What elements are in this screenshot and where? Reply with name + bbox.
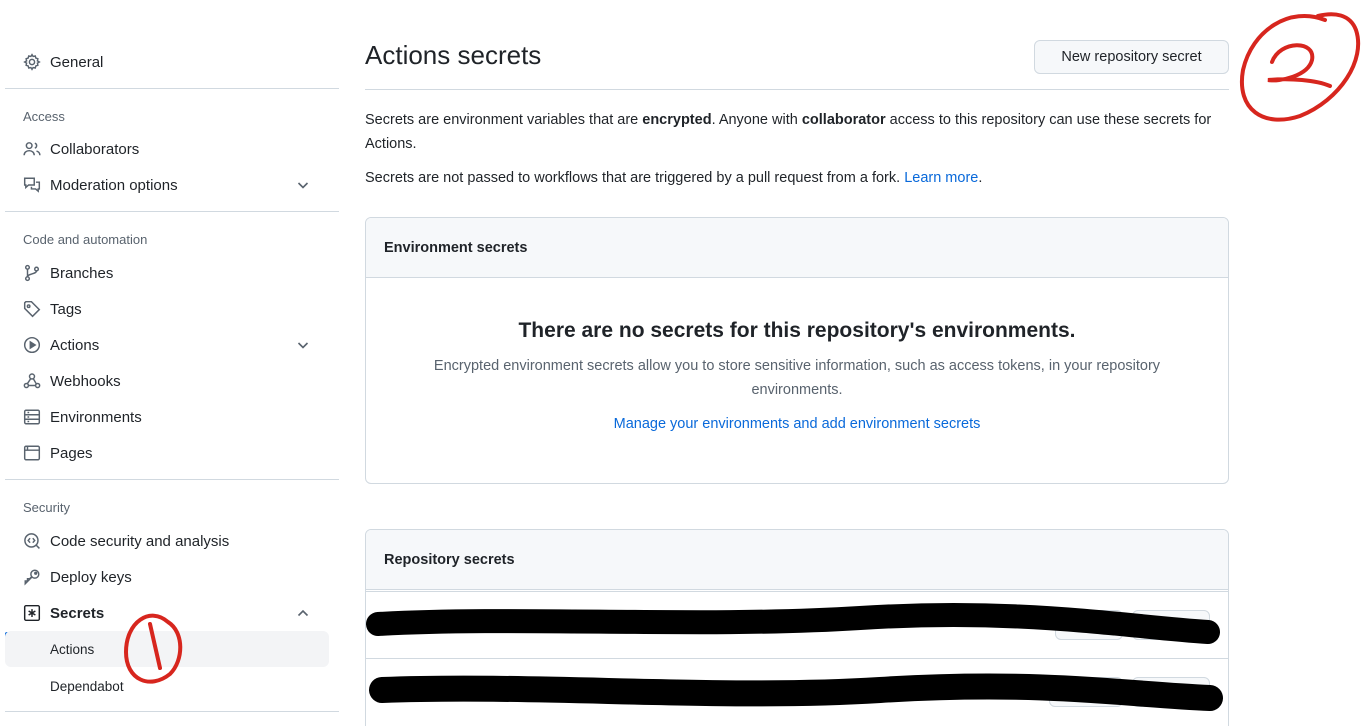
box-header: Repository secrets xyxy=(366,530,1228,590)
sidebar-item-label: Branches xyxy=(50,264,114,282)
desc-text: . Anyone with xyxy=(711,112,802,128)
sidebar-item-pages[interactable]: Pages xyxy=(5,437,329,469)
sidebar-item-label: Environments xyxy=(50,408,142,426)
sidebar-item-label: General xyxy=(50,53,104,71)
chevron-up-icon[interactable] xyxy=(295,605,311,621)
sidebar-item-tags[interactable]: Tags xyxy=(5,293,329,325)
annotation-digit-2 xyxy=(1267,43,1332,88)
sidebar-item-webhooks[interactable]: Webhooks xyxy=(5,365,329,397)
sidebar-item-label: Code security and analysis xyxy=(50,532,230,550)
sidebar-item-code-security[interactable]: Code security and analysis xyxy=(5,525,329,557)
codescan-icon xyxy=(23,532,41,550)
desc-bold-encrypted: encrypted xyxy=(642,112,712,128)
environment-secrets-box: Environment secrets There are no secrets… xyxy=(365,217,1229,484)
sidebar-item-label: Webhooks xyxy=(50,372,121,390)
secret-row xyxy=(366,658,1228,725)
sidebar-divider xyxy=(5,479,339,480)
sidebar-item-deploy-keys[interactable]: Deploy keys xyxy=(5,561,329,593)
secrets-description: Secrets are environment variables that a… xyxy=(365,108,1229,156)
sidebar-item-label: Pages xyxy=(50,444,93,462)
chevron-down-icon[interactable] xyxy=(295,177,311,193)
section-heading-code-automation: Code and automation xyxy=(23,232,148,247)
repository-secrets-box: Repository secrets xyxy=(365,529,1229,726)
chevron-down-icon[interactable] xyxy=(295,337,311,353)
desc-bold-collaborator: collaborator xyxy=(801,112,886,128)
sidebar-item-label: Tags xyxy=(50,300,82,318)
sidebar-item-general[interactable]: General xyxy=(5,46,329,78)
annotation-circle-2 xyxy=(1239,12,1361,122)
fork-note: Secrets are not passed to workflows that… xyxy=(365,166,1229,190)
sidebar-item-secrets[interactable]: Secrets xyxy=(5,597,329,629)
sidebar-item-label: Collaborators xyxy=(50,140,140,158)
play-icon xyxy=(23,336,41,354)
sidebar-item-label: Deploy keys xyxy=(50,568,132,586)
settings-sidebar: General Access Collaborators Moderation … xyxy=(5,0,339,726)
update-secret-button[interactable] xyxy=(1055,610,1123,640)
blankslate-title: There are no secrets for this repository… xyxy=(518,319,1076,342)
update-secret-button[interactable] xyxy=(1049,677,1123,707)
sidebar-subitem-dependabot[interactable]: Dependabot xyxy=(5,668,329,704)
gear-icon xyxy=(23,53,41,71)
sidebar-divider xyxy=(5,88,339,89)
blankslate-description: Encrypted environment secrets allow you … xyxy=(433,358,1161,398)
section-heading-access: Access xyxy=(23,109,65,124)
remove-secret-button[interactable] xyxy=(1132,677,1210,707)
browser-icon xyxy=(23,444,41,462)
new-repository-secret-button[interactable]: New repository secret xyxy=(1034,40,1229,74)
sidebar-item-label: Secrets xyxy=(50,604,105,622)
webhook-icon xyxy=(23,372,41,390)
fork-note-text: Secrets are not passed to workflows that… xyxy=(365,170,905,186)
sidebar-item-collaborators[interactable]: Collaborators xyxy=(5,133,329,165)
git-branch-icon xyxy=(23,264,41,282)
sidebar-subitem-actions[interactable]: Actions xyxy=(5,631,329,667)
box-header: Environment secrets xyxy=(366,218,1228,278)
sidebar-item-branches[interactable]: Branches xyxy=(5,257,329,289)
server-icon xyxy=(23,408,41,426)
sidebar-item-moderation[interactable]: Moderation options xyxy=(5,169,329,201)
comment-discussion-icon xyxy=(23,176,41,194)
key-asterisk-icon xyxy=(23,604,41,622)
page-title: Actions secrets xyxy=(365,40,542,70)
sidebar-item-label: Actions xyxy=(50,336,100,354)
people-icon xyxy=(23,140,41,158)
secret-row xyxy=(366,591,1228,658)
sidebar-item-actions[interactable]: Actions xyxy=(5,329,329,361)
remove-secret-button[interactable] xyxy=(1132,610,1210,640)
tag-icon xyxy=(23,300,41,318)
section-heading-security: Security xyxy=(23,500,70,515)
key-icon xyxy=(23,568,41,586)
desc-text: Secrets are environment variables that a… xyxy=(365,112,643,128)
main-content: Actions secrets New repository secret Se… xyxy=(365,0,1229,726)
manage-environments-link[interactable]: Manage your environments and add environ… xyxy=(366,416,1228,432)
sidebar-divider xyxy=(5,711,339,712)
fork-note-end: . xyxy=(978,170,983,186)
sidebar-divider xyxy=(5,211,339,212)
learn-more-link[interactable]: Learn more xyxy=(904,170,978,186)
title-divider xyxy=(365,89,1229,90)
sidebar-item-label: Moderation options xyxy=(50,176,178,194)
sidebar-item-environments[interactable]: Environments xyxy=(5,401,329,433)
